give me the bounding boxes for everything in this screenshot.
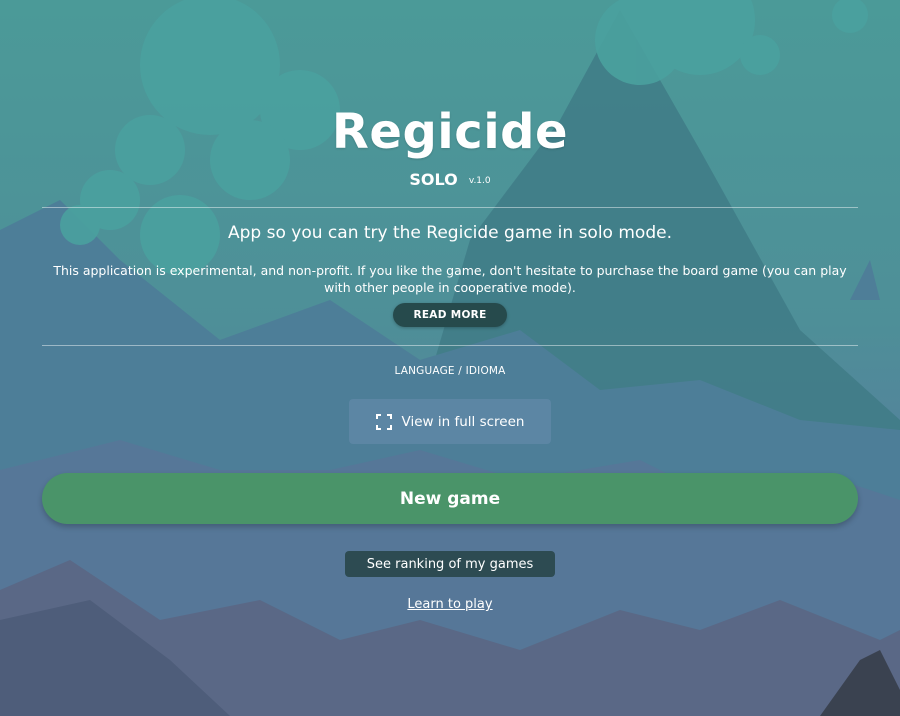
read-more-button[interactable]: READ MORE — [393, 303, 507, 327]
version-label: v.1.0 — [468, 175, 491, 186]
divider-bottom — [42, 345, 858, 346]
disclaimer-text: This application is experimental, and no… — [53, 263, 847, 295]
mode-subtitle: SOLO — [409, 170, 458, 189]
fullscreen-button[interactable]: View in full screen — [349, 399, 551, 444]
tagline: App so you can try the Regicide game in … — [228, 223, 672, 243]
new-game-button[interactable]: New game — [42, 473, 858, 524]
fullscreen-icon — [375, 413, 392, 430]
fullscreen-label: View in full screen — [401, 413, 525, 430]
subtitle-row: SOLO v.1.0 — [0, 170, 900, 189]
learn-to-play-link[interactable]: Learn to play — [0, 597, 900, 612]
language-selector[interactable]: LANGUAGE / IDIOMA — [0, 365, 900, 377]
divider-top — [42, 207, 858, 208]
ranking-button[interactable]: See ranking of my games — [345, 551, 555, 577]
app-title: Regicide — [331, 104, 569, 160]
